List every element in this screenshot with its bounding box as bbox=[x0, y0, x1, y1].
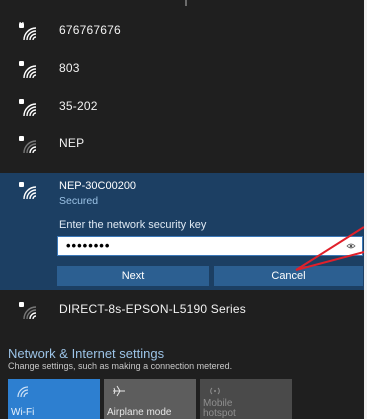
network-settings-link[interactable]: Network & Internet settings bbox=[8, 346, 164, 361]
network-item[interactable]: 676767676 bbox=[0, 13, 364, 50]
network-row[interactable]: 676767676 bbox=[0, 13, 364, 50]
tile-label: Airplane mode bbox=[107, 407, 172, 418]
network-name: NEP bbox=[59, 136, 85, 150]
reveal-password-icon[interactable] bbox=[346, 241, 356, 251]
selected-network-panel[interactable]: NEP-30C00200 Secured Enter the network s… bbox=[0, 173, 364, 290]
secured-wifi-icon bbox=[19, 22, 37, 41]
mobile-hotspot-tile[interactable]: Mobile hotspot bbox=[200, 379, 292, 419]
network-item[interactable]: DIRECT-8s-EPSON-L5190 Series bbox=[0, 292, 364, 329]
network-row[interactable]: NEP bbox=[0, 126, 364, 163]
secured-wifi-icon bbox=[19, 182, 37, 200]
password-mask: •••••••• bbox=[66, 238, 111, 253]
airplane-icon bbox=[113, 385, 125, 397]
cancel-button[interactable]: Cancel bbox=[214, 266, 363, 286]
tile-label: Mobile hotspot bbox=[203, 398, 236, 419]
secured-wifi-weak-icon bbox=[19, 302, 37, 320]
secured-wifi-weak-icon bbox=[19, 136, 37, 154]
network-name: 803 bbox=[59, 61, 80, 75]
airplane-mode-tile[interactable]: Airplane mode bbox=[104, 379, 196, 419]
network-item[interactable]: NEP bbox=[0, 126, 364, 163]
network-flyout: 676767676 803 35-202 NEP NEP-30C00200 Se… bbox=[0, 0, 367, 419]
secured-wifi-icon bbox=[19, 61, 37, 79]
network-name: 35-202 bbox=[59, 99, 98, 113]
security-key-input[interactable]: •••••••• bbox=[57, 236, 363, 256]
network-name: DIRECT-8s-EPSON-L5190 Series bbox=[59, 302, 246, 316]
secured-wifi-icon bbox=[19, 99, 37, 117]
top-notch bbox=[185, 0, 187, 6]
next-button[interactable]: Next bbox=[57, 266, 209, 286]
hotspot-icon bbox=[210, 387, 220, 395]
network-row[interactable]: DIRECT-8s-EPSON-L5190 Series bbox=[0, 292, 364, 329]
network-item[interactable]: 803 bbox=[0, 51, 364, 88]
selected-network-name: NEP-30C00200 bbox=[59, 180, 137, 192]
security-key-prompt: Enter the network security key bbox=[59, 219, 207, 231]
network-item[interactable]: 35-202 bbox=[0, 89, 364, 126]
network-row[interactable]: 803 bbox=[0, 51, 364, 88]
network-settings-description: Change settings, such as making a connec… bbox=[8, 361, 233, 371]
network-row[interactable]: 35-202 bbox=[0, 89, 364, 126]
network-security-status: Secured bbox=[59, 195, 99, 207]
tile-label: Wi-Fi bbox=[11, 407, 35, 418]
wifi-icon bbox=[17, 386, 29, 398]
network-name: 676767676 bbox=[59, 23, 121, 37]
wifi-toggle-tile[interactable]: Wi-Fi bbox=[8, 379, 100, 419]
